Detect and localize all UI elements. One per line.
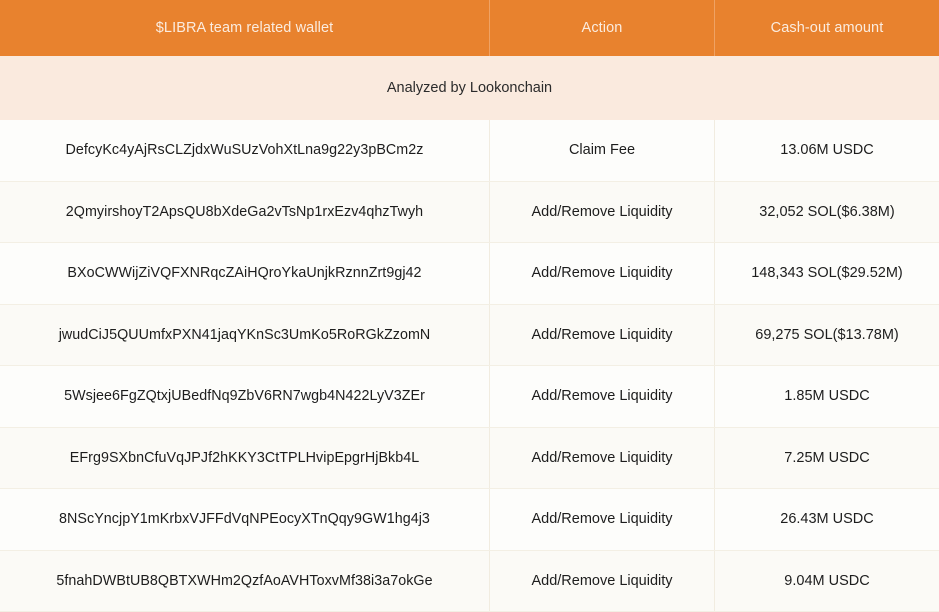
column-header-wallet: $LIBRA team related wallet	[0, 0, 490, 56]
table-row: jwudCiJ5QUUmfxPXN41jaqYKnSc3UmKo5RoRGkZz…	[0, 305, 939, 367]
cash-out-amount-cell: 69,275 SOL($13.78M)	[715, 305, 939, 366]
column-header-cash-out-amount: Cash-out amount	[715, 0, 939, 56]
action-cell: Add/Remove Liquidity	[490, 489, 715, 550]
wallet-address-cell: DefcyKc4yAjRsCLZjdxWuSUzVohXtLna9g22y3pB…	[0, 120, 490, 181]
table-row: DefcyKc4yAjRsCLZjdxWuSUzVohXtLna9g22y3pB…	[0, 120, 939, 182]
table-row: EFrg9SXbnCfuVqJPJf2hKKY3CtTPLHvipEpgrHjB…	[0, 428, 939, 490]
action-cell: Add/Remove Liquidity	[490, 182, 715, 243]
table-row: BXoCWWijZiVQFXNRqcZAiHQroYkaUnjkRznnZrt9…	[0, 243, 939, 305]
action-cell: Add/Remove Liquidity	[490, 305, 715, 366]
cash-out-amount-cell: 26.43M USDC	[715, 489, 939, 550]
action-cell: Add/Remove Liquidity	[490, 243, 715, 304]
wallet-address-cell: jwudCiJ5QUUmfxPXN41jaqYKnSc3UmKo5RoRGkZz…	[0, 305, 490, 366]
table-row: 2QmyirshoyT2ApsQU8bXdeGa2vTsNp1rxEzv4qhz…	[0, 182, 939, 244]
libra-team-wallet-table: $LIBRA team related wallet Action Cash-o…	[0, 0, 939, 606]
wallet-address-cell: 2QmyirshoyT2ApsQU8bXdeGa2vTsNp1rxEzv4qhz…	[0, 182, 490, 243]
wallet-address-cell: 5fnahDWBtUB8QBTXWHm2QzfAoAVHToxvMf38i3a7…	[0, 551, 490, 612]
wallet-address-cell: 5Wsjee6FgZQtxjUBedfNq9ZbV6RN7wgb4N422LyV…	[0, 366, 490, 427]
cash-out-amount-cell: 13.06M USDC	[715, 120, 939, 181]
wallet-address-cell: 8NScYncjpY1mKrbxVJFFdVqNPEocyXTnQqy9GW1h…	[0, 489, 490, 550]
cash-out-amount-cell: 9.04M USDC	[715, 551, 939, 612]
cash-out-amount-cell: 148,343 SOL($29.52M)	[715, 243, 939, 304]
action-cell: Add/Remove Liquidity	[490, 428, 715, 489]
table-subtitle-band: Analyzed by Lookonchain	[0, 56, 939, 120]
column-header-action: Action	[490, 0, 715, 56]
table-row: 5fnahDWBtUB8QBTXWHm2QzfAoAVHToxvMf38i3a7…	[0, 551, 939, 612]
table-header-row: $LIBRA team related wallet Action Cash-o…	[0, 0, 939, 56]
action-cell: Claim Fee	[490, 120, 715, 181]
cash-out-amount-cell: 7.25M USDC	[715, 428, 939, 489]
action-cell: Add/Remove Liquidity	[490, 551, 715, 612]
wallet-address-cell: BXoCWWijZiVQFXNRqcZAiHQroYkaUnjkRznnZrt9…	[0, 243, 490, 304]
table-row: 8NScYncjpY1mKrbxVJFFdVqNPEocyXTnQqy9GW1h…	[0, 489, 939, 551]
cash-out-amount-cell: 1.85M USDC	[715, 366, 939, 427]
table-body: DefcyKc4yAjRsCLZjdxWuSUzVohXtLna9g22y3pB…	[0, 120, 939, 612]
wallet-address-cell: EFrg9SXbnCfuVqJPJf2hKKY3CtTPLHvipEpgrHjB…	[0, 428, 490, 489]
table-row: 5Wsjee6FgZQtxjUBedfNq9ZbV6RN7wgb4N422LyV…	[0, 366, 939, 428]
cash-out-amount-cell: 32,052 SOL($6.38M)	[715, 182, 939, 243]
analyzed-by-label: Analyzed by Lookonchain	[387, 80, 552, 96]
action-cell: Add/Remove Liquidity	[490, 366, 715, 427]
